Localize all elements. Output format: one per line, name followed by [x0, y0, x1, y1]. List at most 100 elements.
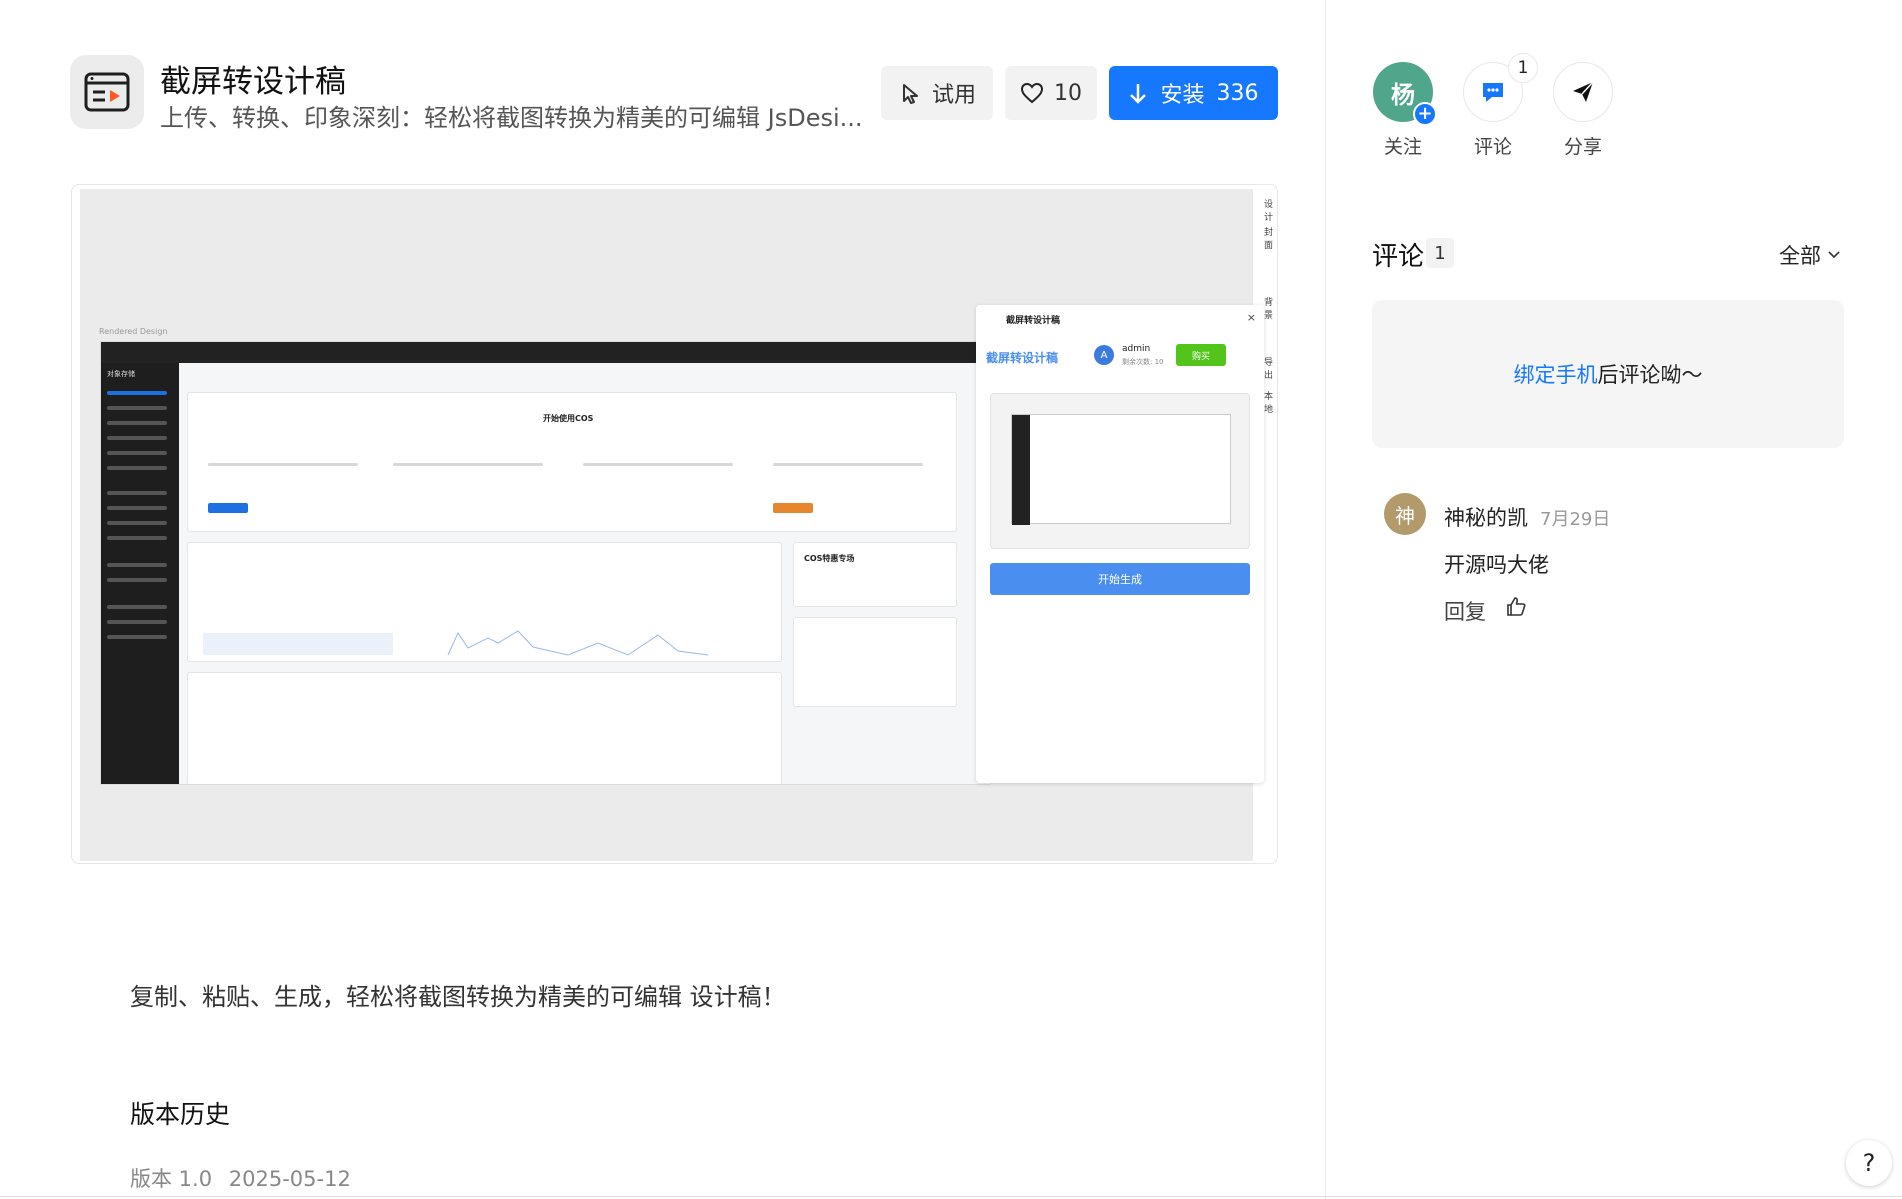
author-avatar-initial: 杨: [1391, 80, 1415, 109]
preview-user-avatar: A: [1094, 345, 1114, 365]
screenshot-usage-card: [187, 542, 782, 662]
side-label: 封面: [1264, 228, 1274, 251]
preview-user-name: admin: [1122, 344, 1151, 354]
screenshot-nav-item: [107, 506, 167, 510]
follow-label: 关注: [1383, 136, 1422, 158]
preview-buy-button: 购买: [1176, 344, 1226, 366]
comment-like-button[interactable]: [1505, 596, 1527, 622]
send-plane-icon: [1573, 81, 1594, 102]
screenshot-button: [208, 503, 248, 513]
screenshot-promo-card: COS特惠专场: [793, 542, 957, 607]
comment-button[interactable]: 1: [1463, 53, 1538, 122]
comments-title: 评论: [1372, 242, 1425, 272]
comment-filter-label: 全部: [1779, 244, 1821, 268]
screenshot-nav-item: [107, 421, 167, 425]
version-history-title: 版本历史: [130, 1100, 231, 1129]
help-button[interactable]: ?: [1846, 1140, 1892, 1186]
install-button[interactable]: 安装 336: [1109, 66, 1278, 120]
like-count: 10: [1054, 80, 1082, 106]
commenter-avatar[interactable]: 神: [1384, 493, 1426, 535]
side-label: 本地: [1264, 392, 1274, 415]
screenshot-billing-card: [187, 672, 782, 784]
version-date: 2025-05-12: [228, 1167, 351, 1191]
bind-phone-suffix: 后评论呦～: [1597, 363, 1703, 387]
screenshot-nav-item: [107, 466, 167, 470]
plugin-icon: [70, 55, 144, 129]
bottom-divider: [0, 1196, 1902, 1197]
screenshot-text-line: [208, 463, 358, 466]
screenshot-text-line: [583, 463, 733, 466]
comment-action[interactable]: 1 评论: [1463, 53, 1538, 159]
screenshot-heading: 开始使用COS: [543, 414, 594, 423]
plugin-subtitle: 上传、转换、印象深刻：轻松将截图转换为精美的可编辑 JsDesi...: [160, 104, 863, 132]
screenshot-getting-started-card: 开始使用COS: [187, 392, 957, 532]
preview-remaining: 剩余次数: 10: [1122, 358, 1164, 366]
reply-button[interactable]: 回复: [1444, 596, 1486, 626]
share-button[interactable]: [1553, 62, 1613, 122]
bind-phone-link[interactable]: 绑定手机: [1514, 359, 1598, 389]
plus-icon: +: [1413, 102, 1437, 126]
column-divider: [1325, 0, 1326, 1199]
comment-label: 评论: [1473, 136, 1512, 158]
comments-count: 1: [1426, 238, 1454, 268]
install-label: 安装: [1160, 83, 1205, 108]
plugin-description: 复制、粘贴、生成，轻松将截图转换为精美的可编辑 设计稿！: [130, 983, 786, 1011]
screenshot-sidebar: 对象存储: [101, 363, 179, 784]
comment-filter-dropdown[interactable]: 全部: [1779, 240, 1841, 270]
try-button[interactable]: 试用: [881, 66, 993, 120]
comment-text: 开源吗大佬: [1444, 553, 1549, 577]
cursor-click-icon: [902, 84, 918, 104]
screenshot-nav-item: [107, 620, 167, 624]
share-label: 分享: [1563, 136, 1602, 158]
screenshot-text-line: [393, 463, 543, 466]
screenshot-usage-chart: [203, 630, 709, 656]
preview-thumbnail-inner: [1011, 414, 1231, 525]
plugin-preview-image[interactable]: 设计 封面 背景 导出 本地 Rendered Design 对象存储 开始使用…: [71, 184, 1278, 864]
try-label: 试用: [931, 83, 976, 108]
screenshot-convert-icon: [84, 72, 130, 112]
screenshot-button: [773, 503, 813, 513]
comment-date: 7月29日: [1540, 509, 1611, 530]
screenshot-nav-item: [107, 451, 167, 455]
screenshot-nav-item: [107, 635, 167, 639]
screenshot-nav-item: [107, 406, 167, 410]
install-count: 336: [1216, 80, 1259, 106]
share-action[interactable]: 分享: [1553, 62, 1613, 159]
screenshot-nav-item: [107, 605, 167, 609]
chevron-down-icon: [1828, 251, 1840, 259]
side-label: 导出: [1264, 358, 1274, 381]
screenshot-nav-item: [107, 391, 167, 395]
version-entry: 版本 1.0 2025-05-12: [130, 1163, 351, 1193]
screenshot-topbar: [101, 342, 990, 363]
preview-generate-button: 开始生成: [990, 563, 1250, 595]
screenshot-recent-card: [793, 617, 957, 707]
screenshot-nav-item: [107, 563, 167, 567]
side-label: 设计: [1264, 200, 1274, 223]
rendered-design-label: Rendered Design: [99, 327, 168, 336]
screenshot-nav-item: [107, 536, 167, 540]
follow-action[interactable]: 杨 + 关注: [1373, 62, 1437, 159]
screenshot-nav-item: [107, 521, 167, 525]
preview-thumbnail: [990, 393, 1250, 549]
preview-screenshot: 对象存储 开始使用COS COS特惠专场: [100, 341, 991, 785]
screenshot-text-line: [773, 463, 923, 466]
preview-panel-brand: 截屏转设计稿: [986, 351, 1059, 365]
preview-panel-title: 截屏转设计稿: [1006, 316, 1061, 326]
plugin-title: 截屏转设计稿: [160, 64, 346, 100]
heart-icon: [1020, 82, 1044, 104]
commenter-name[interactable]: 神秘的凯: [1444, 502, 1528, 532]
author-avatar[interactable]: 杨 +: [1373, 62, 1437, 126]
thumbs-up-icon: [1507, 597, 1526, 616]
preview-close-icon: ×: [1246, 311, 1256, 324]
comment-count-badge: 1: [1508, 53, 1538, 83]
screenshot-nav-item: [107, 491, 167, 495]
screenshot-nav-item: [107, 578, 167, 582]
preview-plugin-panel: 截屏转设计稿 × 截屏转设计稿 A admin 剩余次数: 10 购买 开始生成: [976, 305, 1264, 783]
screenshot-sidebar-title: 对象存储: [107, 370, 135, 378]
screenshot-nav-item: [107, 436, 167, 440]
like-button[interactable]: 10: [1005, 66, 1097, 120]
side-label: 背景: [1264, 298, 1274, 321]
plugin-detail-main: 截屏转设计稿 上传、转换、印象深刻：轻松将截图转换为精美的可编辑 JsDesi.…: [0, 0, 1325, 1199]
bind-phone-prompt: 绑定手机 后评论呦～: [1372, 300, 1844, 448]
download-arrow-icon: [1130, 84, 1147, 104]
